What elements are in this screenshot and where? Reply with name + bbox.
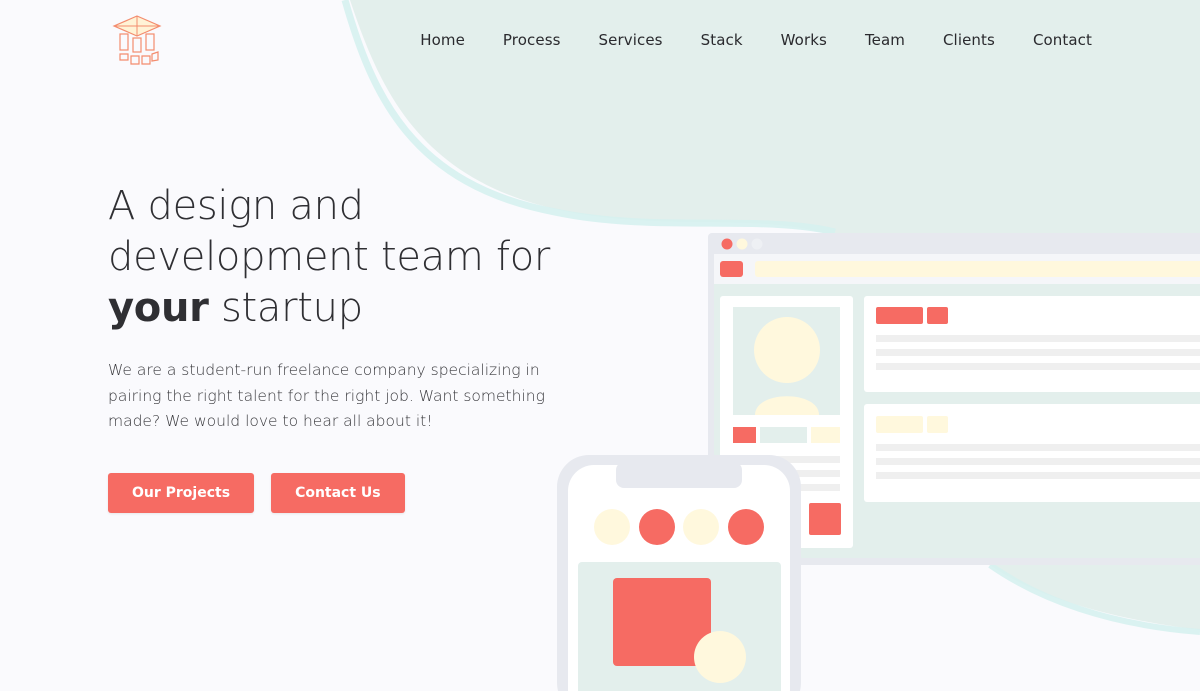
nav-services[interactable]: Services [599, 31, 663, 49]
hero-section: A design and development team for your s… [108, 181, 608, 435]
nav-contact[interactable]: Contact [1033, 31, 1092, 49]
phone-illustration [557, 455, 801, 691]
nav-works[interactable]: Works [781, 31, 827, 49]
nav-home[interactable]: Home [420, 31, 465, 49]
building-cube-logo-icon[interactable] [112, 14, 162, 70]
hero-title-line1: A design and [108, 183, 364, 229]
our-projects-button[interactable]: Our Projects [108, 473, 255, 513]
contact-us-button[interactable]: Contact Us [271, 473, 405, 513]
nav-process[interactable]: Process [503, 31, 561, 49]
hero-title-rest: startup [208, 285, 363, 331]
hero-buttons: Our Projects Contact Us [108, 473, 405, 513]
nav-stack[interactable]: Stack [701, 31, 743, 49]
nav-clients[interactable]: Clients [943, 31, 995, 49]
hero-title-bold: your [108, 285, 209, 331]
hero-description: We are a student-run freelance company s… [108, 361, 545, 430]
hero-title-line2: development team for [108, 234, 551, 280]
nav-team[interactable]: Team [865, 31, 905, 49]
main-nav: Home Process Services Stack Works Team C… [382, 31, 1092, 49]
hero-title: A design and development team for your s… [108, 181, 608, 334]
